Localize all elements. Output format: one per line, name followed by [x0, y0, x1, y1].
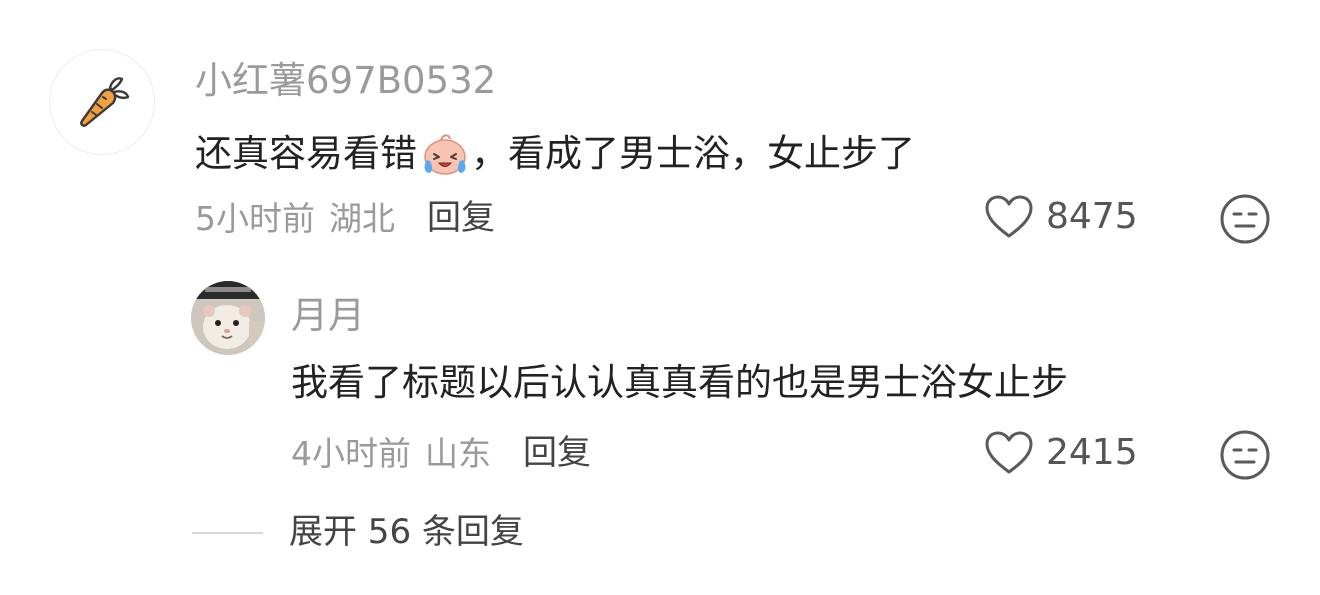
heart-icon	[985, 431, 1033, 474]
comment-like-count: 8475	[1046, 196, 1138, 237]
heart-icon	[985, 195, 1033, 238]
comment-time: 5小时前	[195, 198, 315, 238]
reply-user-avatar[interactable]	[191, 281, 265, 355]
comment-like-button[interactable]: 8475	[984, 194, 1138, 240]
reply-reply-button[interactable]: 回复	[523, 436, 591, 470]
reply-like-button[interactable]: 2415	[984, 430, 1138, 476]
carrot-icon	[80, 77, 130, 127]
user-avatar[interactable]	[49, 49, 155, 155]
dislike-face-icon[interactable]	[1219, 193, 1271, 245]
hamster-avatar-icon	[191, 281, 265, 355]
comment-location: 湖北	[329, 198, 395, 238]
expand-divider	[192, 532, 263, 534]
comment-text-part-2: ，看成了男士浴，女止步了	[471, 131, 915, 175]
reply-time: 4小时前	[291, 433, 411, 473]
crying-laughing-emoji-icon	[424, 134, 466, 175]
reply-location: 山东	[425, 433, 491, 473]
comment-meta: 5小时前 湖北 回复	[195, 201, 495, 235]
comment-reply-button[interactable]: 回复	[427, 201, 495, 235]
reply-meta: 4小时前 山东 回复	[291, 436, 591, 470]
comment-text-part-1: 还真容易看错	[195, 131, 417, 175]
comment-text: 还真容易看错 ，看成了男士浴，女止步了	[195, 128, 915, 178]
reply-text: 我看了标题以后认认真真看的也是男士浴女止步	[291, 361, 1068, 404]
comment-username[interactable]: 小红薯697B0532	[195, 62, 496, 99]
reply-username[interactable]: 月月	[291, 297, 365, 334]
comment-thread: 小红薯697B0532 还真容易看错 ，看成了男士浴，女止步了 5小时前 湖北 …	[0, 0, 1320, 595]
dislike-face-icon[interactable]	[1219, 429, 1271, 481]
expand-replies-button[interactable]: 展开 56 条回复	[289, 515, 524, 549]
reply-like-count: 2415	[1046, 432, 1138, 473]
